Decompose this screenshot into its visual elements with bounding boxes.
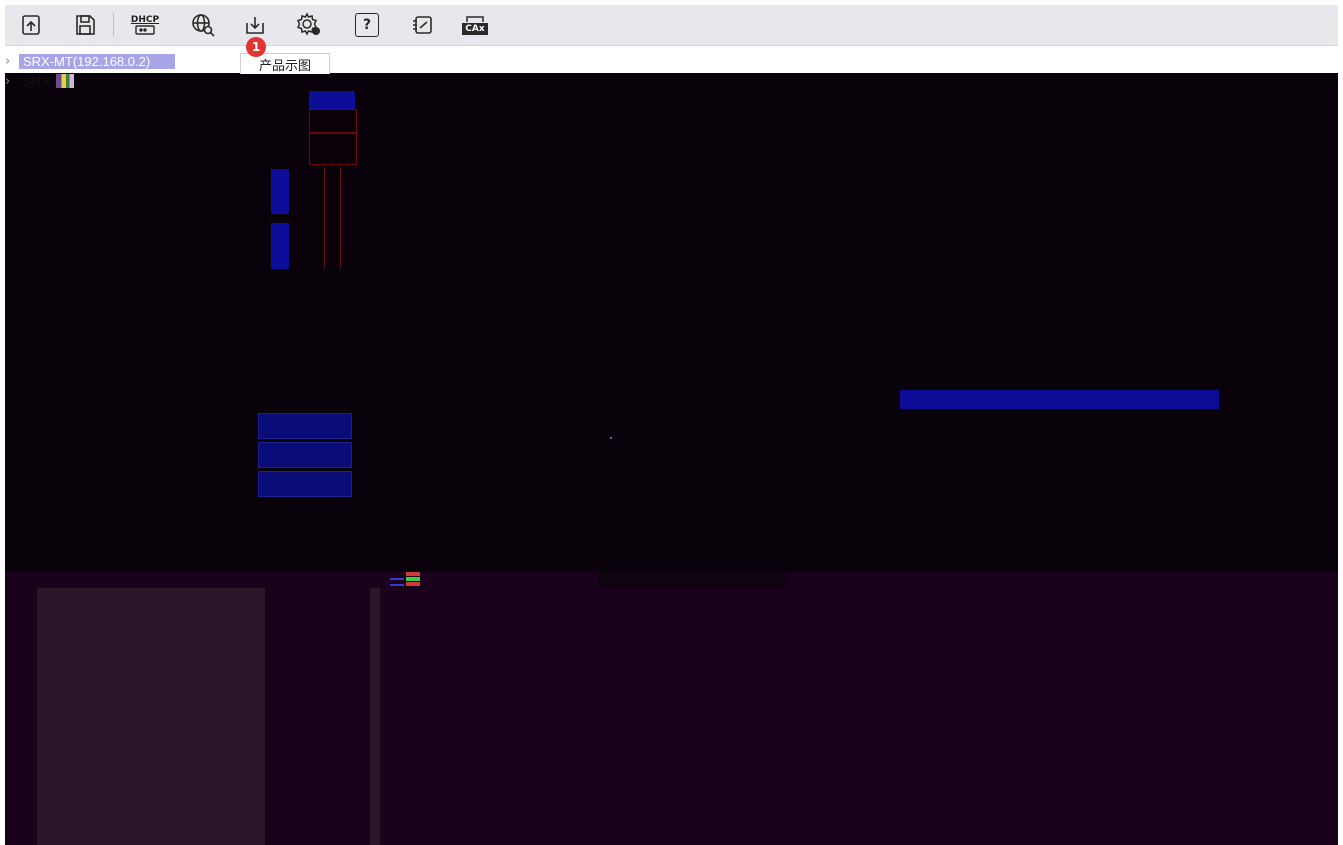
lower-side-panel (37, 588, 265, 845)
status-strip (598, 572, 788, 588)
tree-item[interactable]: › SRX (5, 72, 74, 90)
save-icon (73, 13, 97, 37)
network-search-button[interactable] (187, 9, 219, 41)
diagram-banner (900, 390, 1219, 409)
save-button[interactable] (69, 9, 101, 41)
help-icon: ? (355, 13, 379, 37)
legend-icon (390, 572, 425, 588)
gear-icon (295, 12, 323, 38)
tree-item[interactable]: › SRX-MT(192.168.0.2) (5, 52, 175, 70)
diagram-module-header (309, 91, 355, 109)
dhcp-label: DHCP (130, 14, 160, 25)
settings-button[interactable] (293, 9, 325, 41)
diagram-side-block (271, 223, 289, 269)
switch-button[interactable] (407, 9, 439, 41)
help-button[interactable]: ? (351, 9, 383, 41)
import-icon (19, 13, 43, 37)
dhcp-button[interactable]: DHCP (129, 9, 161, 41)
download-icon (243, 13, 267, 37)
notification-badge: 1 (246, 37, 266, 57)
chevron-right-icon[interactable]: › (5, 54, 19, 69)
diagram-wire (340, 168, 341, 268)
product-diagram-canvas (5, 73, 1338, 573)
tab-label: 产品示图 (258, 58, 311, 74)
app-window: DHCP ? CAx 1 › SRX-MT(192.168.0.2) › SRX… (0, 0, 1343, 845)
help-label: ? (362, 17, 372, 33)
diagram-module-slot (309, 109, 357, 133)
cax-label: CAx (462, 23, 488, 35)
cax-button[interactable]: CAx (459, 9, 491, 41)
tree-item-label: SRX-MT(192.168.0.2) (19, 53, 175, 69)
diagram-control-button[interactable] (258, 471, 352, 497)
device-icon (55, 74, 74, 88)
globe-search-icon (190, 12, 216, 38)
lower-pane (5, 572, 1338, 845)
toolbar-separator (113, 13, 114, 37)
canvas-artifact (610, 437, 612, 439)
chevron-right-icon[interactable]: › (5, 74, 19, 89)
diagram-control-button[interactable] (258, 442, 352, 468)
toolbar: DHCP ? CAx (5, 5, 1338, 46)
lower-splitter[interactable] (370, 588, 380, 845)
diagram-wire (324, 168, 325, 268)
diagram-control-button[interactable] (258, 413, 352, 439)
tree-item-label: SRX (23, 73, 50, 89)
diagram-side-block (271, 169, 289, 214)
cax-icon: CAx (462, 15, 488, 35)
dhcp-icon: DHCP (130, 14, 160, 35)
diagram-module-slot (309, 133, 357, 165)
import-button[interactable] (15, 9, 47, 41)
switch-icon (411, 13, 435, 37)
